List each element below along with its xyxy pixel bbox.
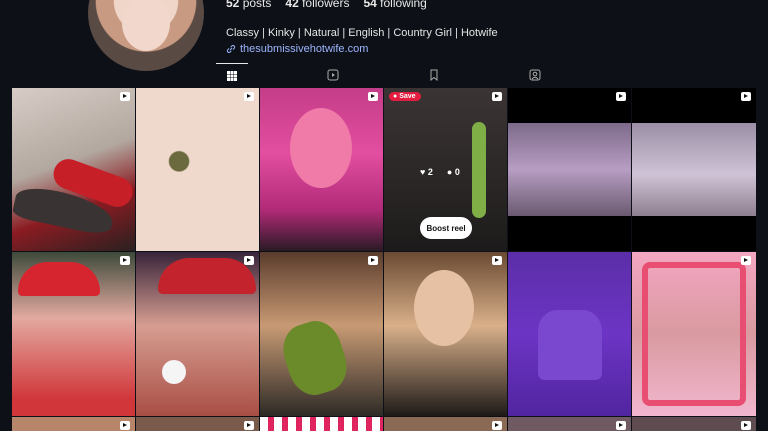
post-tile[interactable] [260, 417, 383, 431]
post-tile[interactable] [12, 252, 135, 416]
link-icon [226, 45, 236, 53]
reel-icon [492, 256, 502, 265]
tab-reels[interactable] [317, 63, 349, 87]
reels-icon [327, 69, 339, 81]
candy-frame-shape [642, 262, 746, 406]
profile-tabs [0, 63, 768, 87]
posts-grid: ● Save ♥ 2 ● 0 Boost reel [12, 88, 756, 431]
reel-icon [741, 92, 751, 101]
grid-icon [227, 71, 237, 81]
profile-link[interactable]: thesubmissivehotwife.com [226, 43, 368, 55]
post-overlay-stats: ♥ 2 ● 0 [420, 167, 460, 177]
reel-icon [120, 92, 130, 101]
pompom-shape [162, 360, 186, 384]
post-tile[interactable] [260, 252, 383, 416]
comments-value: 0 [454, 167, 460, 177]
face-shape [414, 270, 474, 346]
profile-bio: Classy | Kinky | Natural | English | Cou… [226, 27, 498, 39]
reel-icon [120, 256, 130, 265]
profile-stats: 52 posts 42 followers 54 following [226, 0, 427, 10]
post-tile[interactable] [632, 417, 756, 431]
photo-shape [508, 123, 631, 216]
save-label: Save [399, 93, 416, 100]
face-shape [290, 108, 352, 188]
tagged-icon [529, 69, 541, 81]
photo-shape [632, 123, 756, 216]
silhouette-shape [538, 310, 602, 380]
boost-reel-button[interactable]: Boost reel [420, 217, 472, 239]
santa-hat-shape [18, 262, 100, 296]
post-tile[interactable] [12, 88, 135, 251]
tab-tagged[interactable] [519, 63, 551, 87]
profile-avatar[interactable] [88, 0, 204, 71]
reel-icon [244, 256, 254, 265]
tab-posts[interactable] [216, 63, 248, 88]
post-tile[interactable] [384, 252, 507, 416]
santa-hat-shape [158, 258, 256, 294]
dinosaur-toy-shape [276, 314, 354, 402]
profile-link-text: thesubmissivehotwife.com [240, 43, 369, 55]
reel-icon [616, 92, 626, 101]
reel-icon [120, 421, 130, 430]
avatar-face [122, 0, 170, 51]
post-tile-own-reel[interactable]: ● Save ♥ 2 ● 0 Boost reel [384, 88, 507, 251]
reel-icon [492, 421, 502, 430]
followers-stat[interactable]: 42 followers [285, 0, 349, 10]
likes-value: 2 [427, 167, 433, 177]
reel-icon [244, 421, 254, 430]
following-stat[interactable]: 54 following [363, 0, 426, 10]
post-tile[interactable] [384, 417, 507, 431]
reel-icon [492, 92, 502, 101]
save-badge[interactable]: ● Save [389, 92, 421, 101]
reel-icon [368, 256, 378, 265]
post-tile[interactable] [136, 417, 259, 431]
post-tile[interactable] [508, 88, 631, 251]
reel-icon [368, 92, 378, 101]
post-tile[interactable] [136, 88, 259, 251]
post-tile[interactable] [508, 252, 631, 416]
tab-saved[interactable] [418, 63, 450, 87]
green-object-shape [472, 122, 486, 218]
comments-count: ● 0 [446, 167, 460, 177]
likes-count: ♥ 2 [420, 167, 433, 177]
reel-icon [616, 421, 626, 430]
reel-icon [741, 256, 751, 265]
post-tile[interactable] [508, 417, 631, 431]
reel-icon [244, 92, 254, 101]
posts-stat[interactable]: 52 posts [226, 0, 271, 10]
post-tile[interactable] [260, 88, 383, 251]
post-tile[interactable] [632, 88, 756, 251]
post-tile[interactable] [136, 252, 259, 416]
post-tile[interactable] [12, 417, 135, 431]
post-tile[interactable] [632, 252, 756, 416]
saved-icon [430, 69, 438, 81]
reel-icon [741, 421, 751, 430]
